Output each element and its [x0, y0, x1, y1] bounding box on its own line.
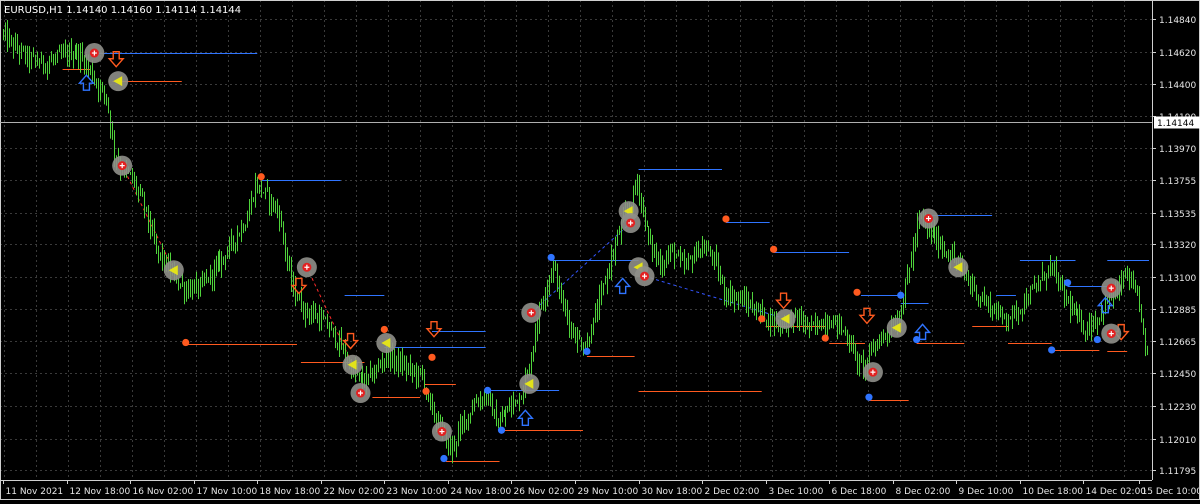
- x-tick-label: 17 Nov 10:00: [197, 487, 258, 497]
- current-price-label: 1.14144: [1157, 119, 1194, 129]
- swing-point: [583, 348, 590, 355]
- price-chart[interactable]: 1.148401.146201.144001.141901.139701.137…: [0, 0, 1200, 500]
- y-tick-label: 1.14840: [1159, 16, 1196, 26]
- swing-point: [548, 254, 555, 261]
- swing-point: [428, 354, 435, 361]
- swing-point: [422, 388, 429, 395]
- y-tick-label: 1.12885: [1159, 306, 1196, 316]
- x-tick-label: 6 Dec 18:00: [832, 487, 887, 497]
- swing-point: [822, 334, 829, 341]
- y-tick-label: 1.13755: [1159, 177, 1196, 187]
- swing-point: [865, 394, 872, 401]
- swing-point: [722, 215, 729, 222]
- swing-point: [758, 315, 765, 322]
- x-tick-label: 11 Nov 2021: [6, 487, 64, 497]
- symbol-header: EURUSD,H1 1.14140 1.14160 1.14114 1.1414…: [4, 5, 241, 16]
- swing-point: [498, 427, 505, 434]
- chart-root: 1.148401.146201.144001.141901.139701.137…: [0, 0, 1200, 500]
- swing-point: [381, 326, 388, 333]
- x-tick-label: 24 Nov 18:00: [451, 487, 512, 497]
- chart-background: [0, 0, 1200, 500]
- y-tick-label: 1.12230: [1159, 403, 1196, 413]
- swing-point: [440, 455, 447, 462]
- x-tick-label: 18 Nov 18:00: [260, 487, 321, 497]
- x-tick-label: 26 Nov 02:00: [514, 487, 575, 497]
- swing-point: [770, 246, 777, 253]
- x-tick-label: 9 Dec 10:00: [959, 487, 1014, 497]
- swing-point: [182, 339, 189, 346]
- y-tick-label: 1.12010: [1159, 436, 1196, 446]
- x-tick-label: 8 Dec 02:00: [896, 487, 951, 497]
- y-tick-label: 1.11795: [1159, 467, 1196, 477]
- x-tick-label: 16 Nov 02:00: [133, 487, 194, 497]
- y-tick-label: 1.13100: [1159, 274, 1196, 284]
- swing-point: [853, 289, 860, 296]
- x-tick-label: 22 Nov 02:00: [324, 487, 385, 497]
- x-tick-label: 23 Nov 10:00: [387, 487, 448, 497]
- x-tick-label: 12 Nov 18:00: [70, 487, 131, 497]
- swing-point: [1048, 346, 1055, 353]
- y-tick-label: 1.14620: [1159, 49, 1196, 59]
- swing-point: [258, 173, 265, 180]
- x-tick-label: 14 Dec 02:00: [1086, 487, 1147, 497]
- y-tick-label: 1.12665: [1159, 338, 1196, 348]
- y-tick-label: 1.12450: [1159, 370, 1196, 380]
- x-tick-label: 29 Nov 10:00: [578, 487, 639, 497]
- x-tick-label: 10 Dec 18:00: [1023, 487, 1084, 497]
- swing-point: [1064, 279, 1071, 286]
- y-tick-label: 1.13535: [1159, 210, 1196, 220]
- y-tick-label: 1.14400: [1159, 81, 1196, 91]
- x-tick-label: 3 Dec 10:00: [769, 487, 824, 497]
- swing-point: [1094, 336, 1101, 343]
- swing-point: [897, 292, 904, 299]
- x-tick-label: 2 Dec 02:00: [705, 487, 760, 497]
- x-tick-label: 30 Nov 18:00: [642, 487, 703, 497]
- swing-point: [484, 387, 491, 394]
- y-tick-label: 1.13970: [1159, 145, 1196, 155]
- y-tick-label: 1.13320: [1159, 241, 1196, 251]
- x-tick-label: 15 Dec 10:00: [1142, 487, 1200, 497]
